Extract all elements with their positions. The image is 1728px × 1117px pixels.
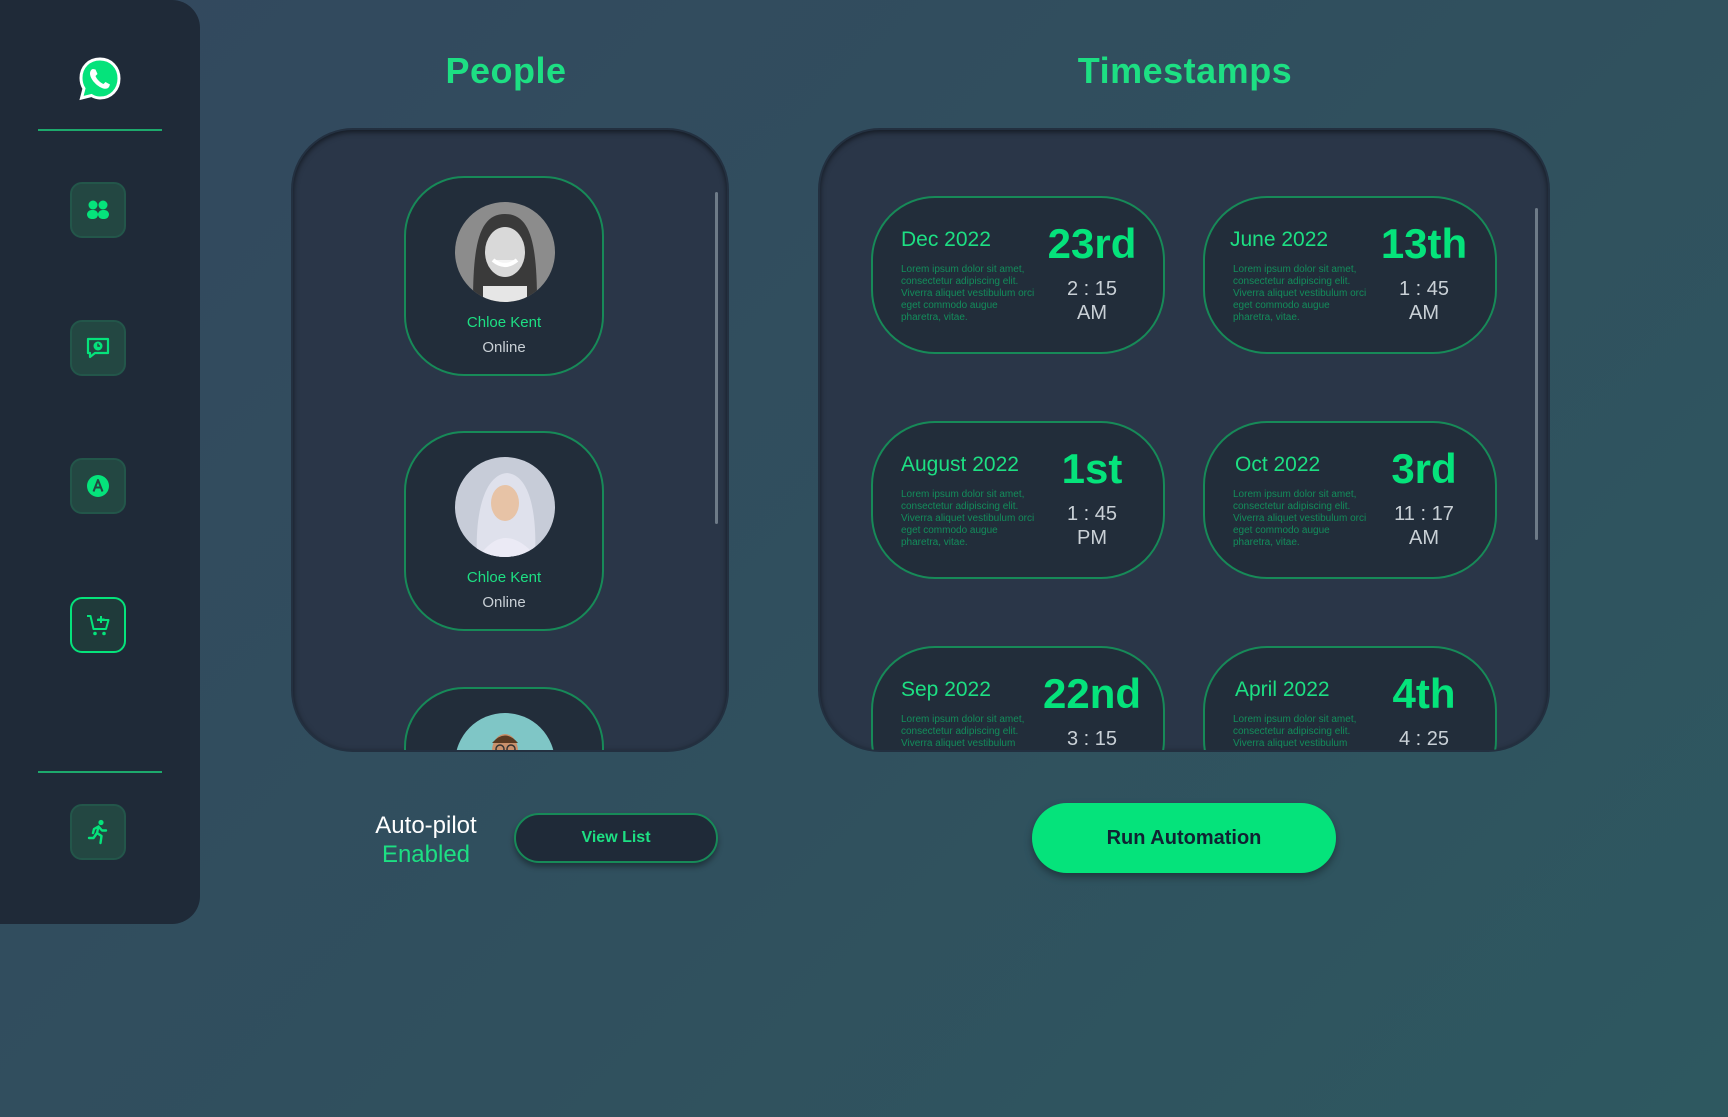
timestamp-time: 1 : 45 [1066,503,1118,525]
run-automation-button[interactable]: Run Automation [1032,803,1336,873]
whatsapp-icon[interactable] [77,56,123,102]
timestamp-description: Lorem ipsum dolor sit amet, consectetur … [901,264,1035,323]
timestamp-description: Lorem ipsum dolor sit amet, consectetur … [1233,714,1357,749]
badge-a-icon [87,475,109,497]
timestamp-day: 22nd [1042,670,1142,717]
nav-chat-time-button[interactable] [70,320,126,376]
timestamp-description: Lorem ipsum dolor sit amet, consectetur … [1233,264,1367,323]
timestamp-card[interactable]: Sep 2022 Lorem ipsum dolor sit amet, con… [871,646,1165,750]
people-title: People [445,50,567,91]
autopilot-label: Auto-pilot [375,812,477,839]
sidebar-divider-top [38,129,162,131]
timestamp-card[interactable]: August 2022 Lorem ipsum dolor sit amet, … [871,421,1165,579]
timestamp-month: April 2022 [1235,678,1330,701]
person-card[interactable]: Chloe Kent Online [404,431,604,631]
person-status: Online [482,339,526,356]
timestamp-day: 23rd [1047,220,1137,267]
person-card[interactable] [404,687,604,750]
avatar [455,202,555,302]
nav-cart-button[interactable] [70,597,126,653]
nav-exit-button[interactable] [70,804,126,860]
timestamp-card[interactable]: Oct 2022 Lorem ipsum dolor sit amet, con… [1203,421,1497,579]
timestamp-card[interactable]: June 2022 Lorem ipsum dolor sit amet, co… [1203,196,1497,354]
people-scrollbar[interactable] [715,192,718,524]
timestamp-ampm: AM [1409,527,1439,549]
timestamp-month: Dec 2022 [901,228,991,251]
autopilot-status: Enabled [381,841,471,868]
person-card[interactable]: Chloe Kent Online [404,176,604,376]
timestamp-day: 1st [1061,445,1123,492]
timestamps-title: Timestamps [1077,50,1293,91]
timestamp-time: 11 : 17 [1394,503,1454,525]
timestamp-month: June 2022 [1230,228,1329,251]
timestamp-card[interactable]: April 2022 Lorem ipsum dolor sit amet, c… [1203,646,1497,750]
sidebar [0,0,200,924]
timestamp-day: 4th [1392,670,1456,717]
timestamp-card[interactable]: Dec 2022 Lorem ipsum dolor sit amet, con… [871,196,1165,354]
timestamp-description: Lorem ipsum dolor sit amet, consectetur … [901,489,1035,548]
timestamp-month: Oct 2022 [1235,453,1321,476]
timestamp-time: 2 : 15 [1066,278,1118,300]
nav-badge-a-button[interactable] [70,458,126,514]
timestamp-time: 1 : 45 [1398,278,1450,300]
users-icon [87,200,109,219]
timestamp-month: August 2022 [901,453,1019,476]
timestamp-ampm: AM [1077,302,1107,324]
timestamp-description: Lorem ipsum dolor sit amet, consectetur … [901,714,1025,749]
chat-time-icon [86,337,110,359]
timestamps-panel[interactable]: Dec 2022 Lorem ipsum dolor sit amet, con… [820,130,1548,750]
running-person-icon [87,819,108,845]
people-panel[interactable]: Chloe Kent Online Chloe Kent Online [293,130,727,750]
nav-users-button[interactable] [70,182,126,238]
person-status: Online [482,594,526,611]
sidebar-divider-bottom [38,771,162,773]
timestamp-ampm: AM [1409,302,1439,324]
cart-add-icon [87,615,110,636]
avatar [455,713,555,750]
view-list-button[interactable]: View List [514,813,718,863]
person-name: Chloe Kent [466,569,542,586]
timestamp-time: 4 : 25 [1398,728,1450,750]
person-name: Chloe Kent [466,314,542,331]
timestamp-day: 13th [1380,220,1468,267]
timestamp-time: 3 : 15 [1066,728,1118,750]
timestamp-ampm: PM [1077,527,1107,549]
timestamps-scrollbar[interactable] [1535,208,1538,540]
timestamp-description: Lorem ipsum dolor sit amet, consectetur … [1233,489,1367,548]
timestamp-day: 3rd [1391,445,1457,492]
avatar [455,457,555,557]
timestamp-month: Sep 2022 [901,678,991,701]
